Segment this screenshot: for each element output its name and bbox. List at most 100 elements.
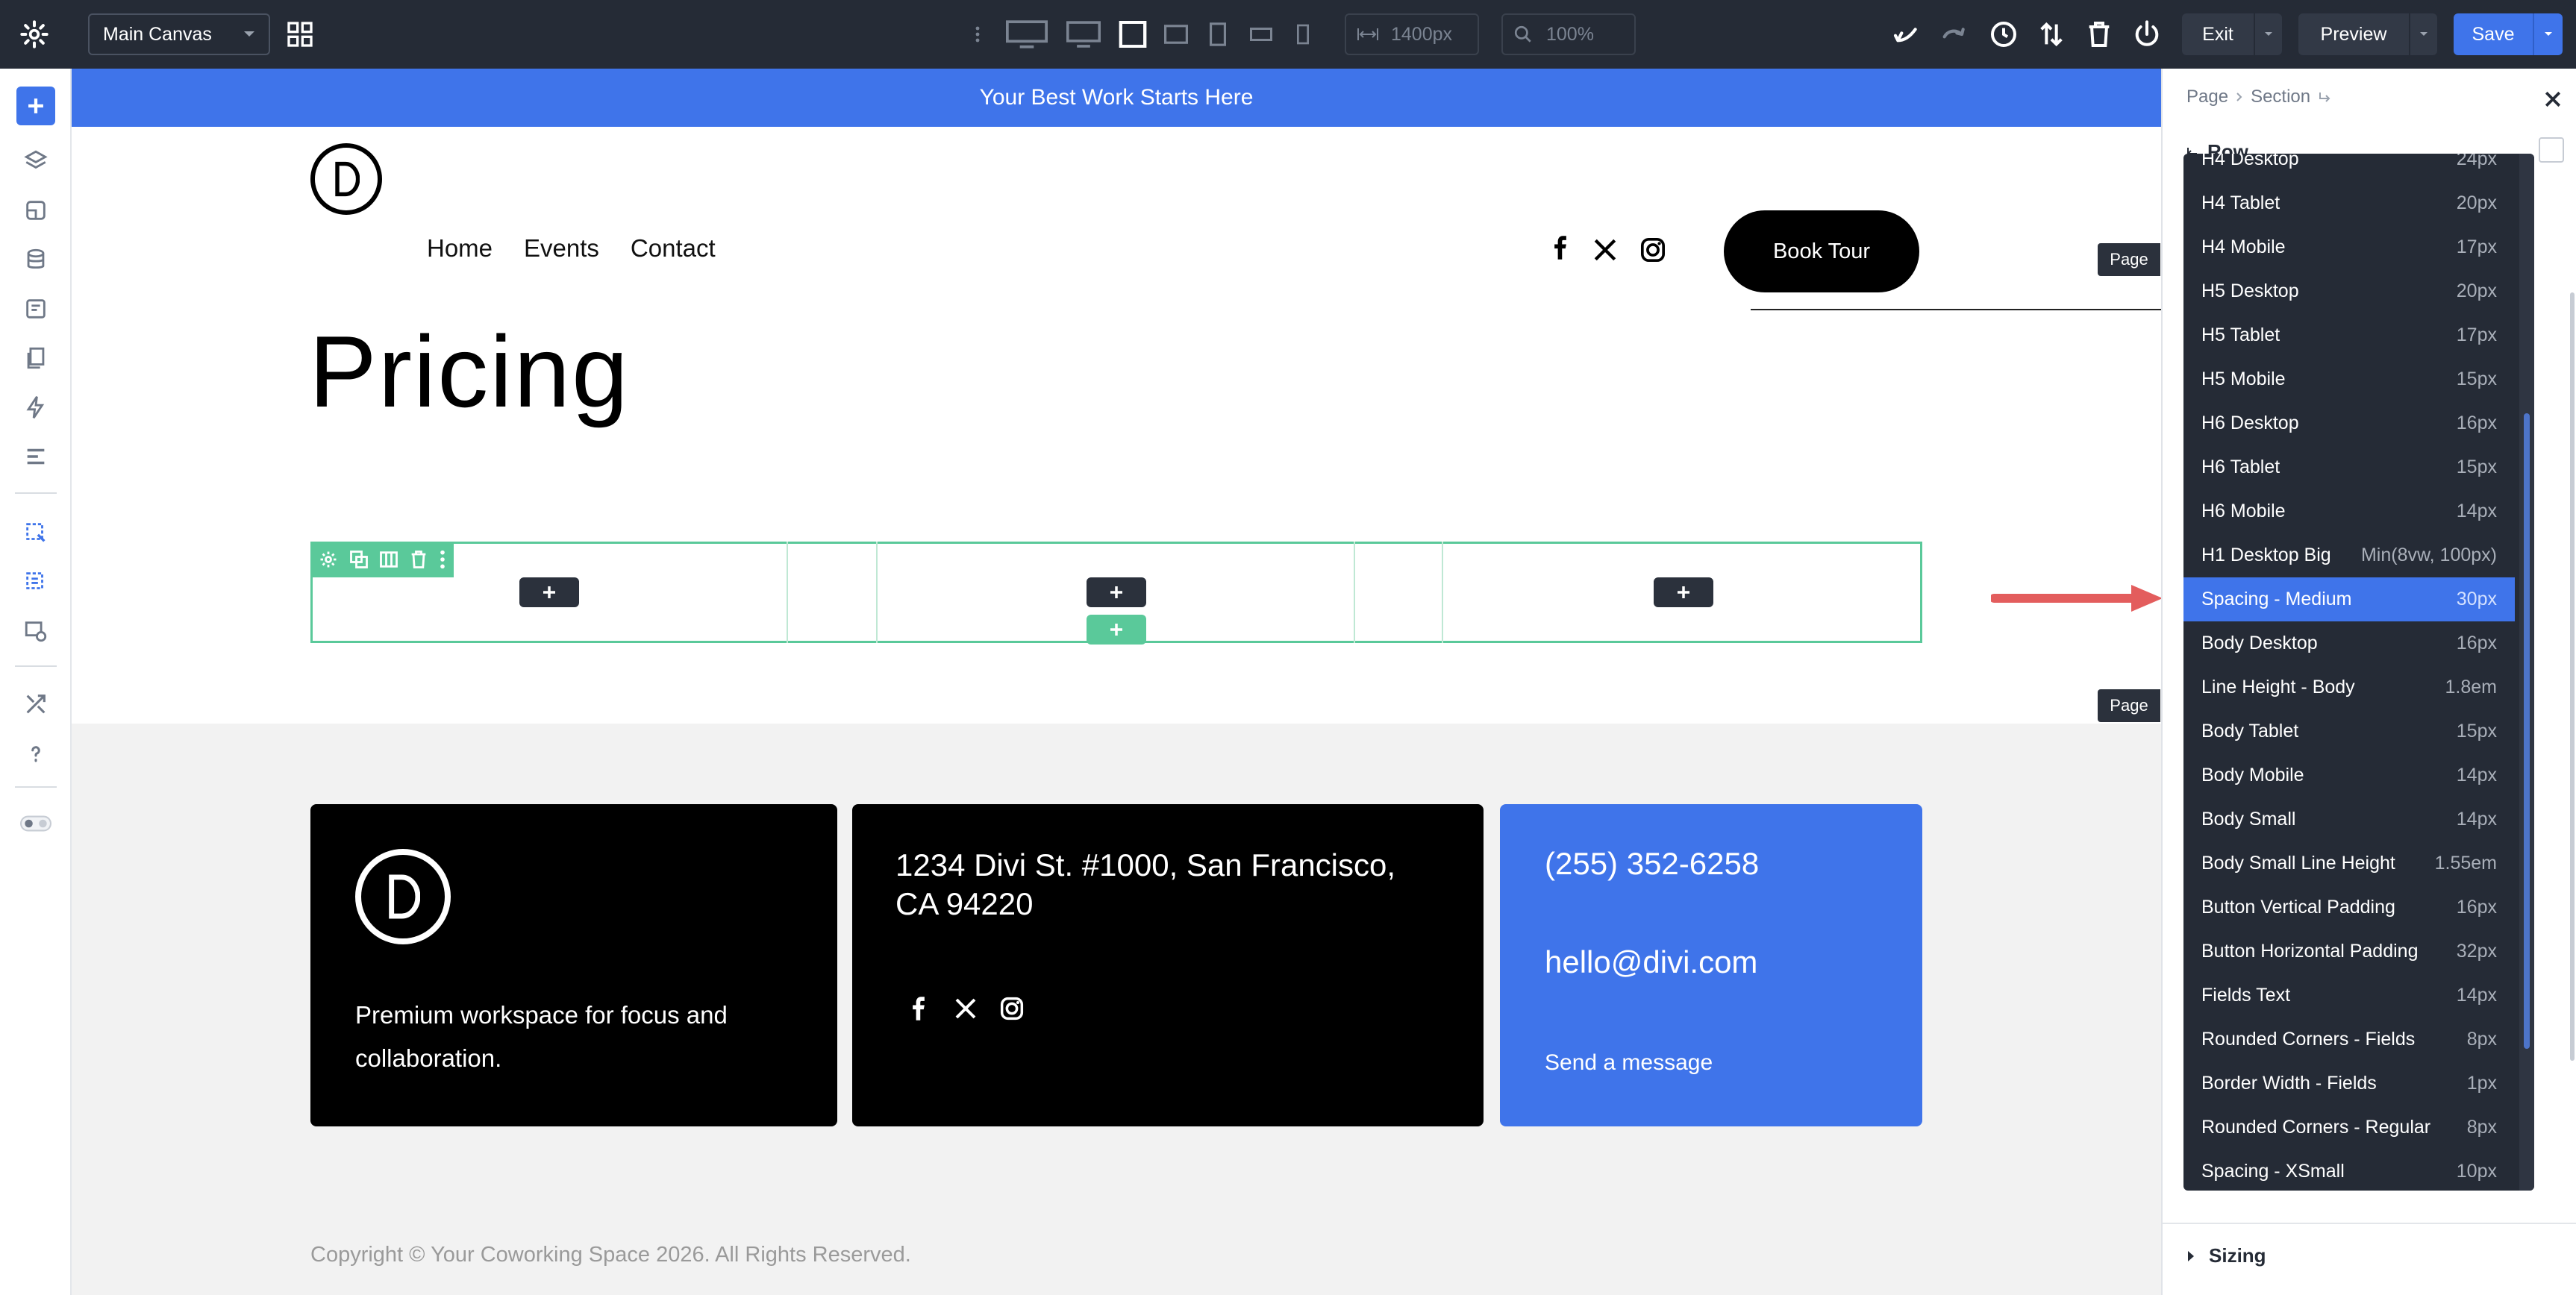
panel-options-icon[interactable]: [2539, 137, 2564, 163]
chevron-down-icon[interactable]: [2534, 31, 2563, 38]
library-icon[interactable]: [16, 191, 55, 230]
list-settings-icon[interactable]: [16, 437, 55, 476]
panel-scrollbar[interactable]: [2570, 292, 2575, 1061]
variable-option[interactable]: Body Small 14px: [2183, 797, 2515, 841]
chevron-down-icon[interactable]: [2255, 31, 2282, 38]
canvas-width-field[interactable]: 1400px: [1345, 13, 1479, 55]
add-row-button[interactable]: [1087, 615, 1146, 645]
variable-option[interactable]: Rounded Corners - Fields 8px: [2183, 1018, 2515, 1062]
page-title[interactable]: Pricing: [309, 313, 630, 430]
footer-message-link[interactable]: Send a message: [1545, 1050, 1713, 1076]
sort-arrows-icon[interactable]: [2036, 19, 2067, 49]
save-button[interactable]: Save: [2454, 13, 2563, 55]
instagram-icon[interactable]: [1640, 237, 1667, 264]
settings-gear-icon[interactable]: [18, 18, 51, 51]
row-duplicate-icon[interactable]: [348, 549, 369, 570]
power-icon[interactable]: [2131, 19, 2163, 49]
tablet-landscape-icon[interactable]: [1161, 19, 1191, 49]
more-vertical-icon[interactable]: [969, 19, 987, 49]
variable-option[interactable]: Rounded Corners - Regular 8px: [2183, 1106, 2515, 1150]
variable-option[interactable]: Button Horizontal Padding 32px: [2183, 929, 2515, 973]
variable-option[interactable]: H4 Tablet 20px: [2183, 181, 2515, 225]
footer-card-brand[interactable]: Premium workspace for focus and collabor…: [310, 804, 837, 1126]
global-settings-icon[interactable]: [16, 612, 55, 650]
theme-builder-icon[interactable]: [16, 513, 55, 552]
facebook-icon[interactable]: [912, 997, 927, 1022]
grid-layout-icon[interactable]: [284, 18, 316, 51]
layers-icon[interactable]: [16, 142, 55, 181]
announcement-banner[interactable]: Your Best Work Starts Here: [72, 69, 2161, 127]
variable-option[interactable]: Body Desktop 16px: [2183, 621, 2515, 665]
footer-email[interactable]: hello@divi.com: [1545, 944, 1757, 980]
row-columns-icon[interactable]: [378, 549, 399, 570]
facebook-icon[interactable]: [1549, 236, 1572, 263]
add-icon[interactable]: [16, 87, 55, 125]
variable-dropdown[interactable]: H4 Desktop 24px H4 Tablet 20px H4 Mobile 17px…: [2183, 154, 2534, 1191]
variable-option[interactable]: H6 Tablet 15px: [2183, 445, 2515, 489]
x-twitter-icon[interactable]: [954, 997, 979, 1022]
preview-button[interactable]: Preview: [2298, 13, 2437, 55]
nav-link-events[interactable]: Events: [524, 234, 599, 263]
variable-option[interactable]: H6 Desktop 16px: [2183, 401, 2515, 445]
canvas-select[interactable]: Main Canvas: [88, 13, 270, 55]
variable-option[interactable]: H5 Tablet 17px: [2183, 313, 2515, 357]
x-twitter-icon[interactable]: [1592, 237, 1619, 263]
breadcrumb-section[interactable]: Section: [2251, 87, 2310, 107]
pages-icon[interactable]: [16, 339, 55, 377]
undo-icon[interactable]: [1891, 19, 1922, 49]
instagram-icon[interactable]: [1000, 997, 1025, 1022]
variable-option[interactable]: H4 Mobile 17px: [2183, 225, 2515, 269]
close-icon[interactable]: [2542, 88, 2564, 110]
trash-icon[interactable]: [2083, 19, 2115, 49]
database-icon[interactable]: [16, 240, 55, 279]
add-module-button[interactable]: [1087, 577, 1146, 607]
laptop-icon[interactable]: [1116, 19, 1149, 49]
variable-option[interactable]: H4 Desktop 24px: [2183, 154, 2515, 181]
footer-card-contact[interactable]: (255) 352-6258 hello@divi.com Send a mes…: [1500, 804, 1922, 1126]
variable-option[interactable]: H5 Desktop 20px: [2183, 269, 2515, 313]
add-module-button[interactable]: [1654, 577, 1713, 607]
nav-link-home[interactable]: Home: [427, 234, 493, 263]
chevron-down-icon[interactable]: [2410, 31, 2437, 38]
variable-option[interactable]: Spacing - XSmall 10px: [2183, 1150, 2515, 1191]
nav-link-contact[interactable]: Contact: [631, 234, 716, 263]
template-icon[interactable]: [16, 289, 55, 328]
row-more-icon[interactable]: [439, 549, 446, 570]
tablet-icon[interactable]: [1203, 19, 1233, 49]
sizing-toggle[interactable]: Sizing: [2186, 1244, 2266, 1267]
variable-option[interactable]: Line Height - Body 1.8em: [2183, 665, 2515, 709]
desktop-icon[interactable]: [1064, 19, 1103, 49]
help-icon[interactable]: [16, 734, 55, 773]
tools-icon[interactable]: [16, 685, 55, 724]
dropdown-scroll-thumb[interactable]: [2524, 413, 2530, 1049]
zoom-field[interactable]: 100%: [1501, 13, 1636, 55]
variable-option[interactable]: Body Mobile 14px: [2183, 753, 2515, 797]
phone-landscape-icon[interactable]: [1246, 19, 1276, 49]
phone-icon[interactable]: [1288, 19, 1318, 49]
page-tag[interactable]: Page: [2098, 243, 2160, 276]
theme-builder-alt-icon[interactable]: [16, 562, 55, 601]
book-tour-button[interactable]: Book Tour: [1724, 210, 1919, 292]
variable-option[interactable]: Button Vertical Padding 16px: [2183, 885, 2515, 929]
variable-option[interactable]: Spacing - Medium 30px: [2183, 577, 2515, 621]
page-tag[interactable]: Page: [2098, 689, 2160, 722]
add-module-button[interactable]: [519, 577, 579, 607]
row-settings-icon[interactable]: [318, 549, 339, 570]
footer-phone[interactable]: (255) 352-6258: [1545, 846, 1759, 882]
breadcrumb-page[interactable]: Page: [2186, 87, 2228, 107]
variable-option[interactable]: H1 Desktop Big Min(8vw, 100px): [2183, 533, 2515, 577]
variable-option[interactable]: Fields Text 14px: [2183, 973, 2515, 1018]
footer-card-address[interactable]: 1234 Divi St. #1000, San Francisco, CA 9…: [852, 804, 1484, 1126]
variable-option[interactable]: Body Tablet 15px: [2183, 709, 2515, 753]
variable-option[interactable]: H6 Mobile 14px: [2183, 489, 2515, 533]
theme-toggle-icon[interactable]: [16, 804, 55, 843]
variable-option[interactable]: Border Width - Fields 1px: [2183, 1062, 2515, 1106]
row-trash-icon[interactable]: [408, 549, 429, 570]
variable-option[interactable]: Body Small Line Height 1.55em: [2183, 841, 2515, 885]
lightning-icon[interactable]: [16, 388, 55, 427]
site-logo[interactable]: [310, 143, 382, 215]
history-clock-icon[interactable]: [1988, 19, 2019, 49]
exit-button[interactable]: Exit: [2182, 13, 2282, 55]
desktop-wide-icon[interactable]: [1004, 19, 1049, 49]
redo-icon[interactable]: [1939, 19, 1970, 49]
